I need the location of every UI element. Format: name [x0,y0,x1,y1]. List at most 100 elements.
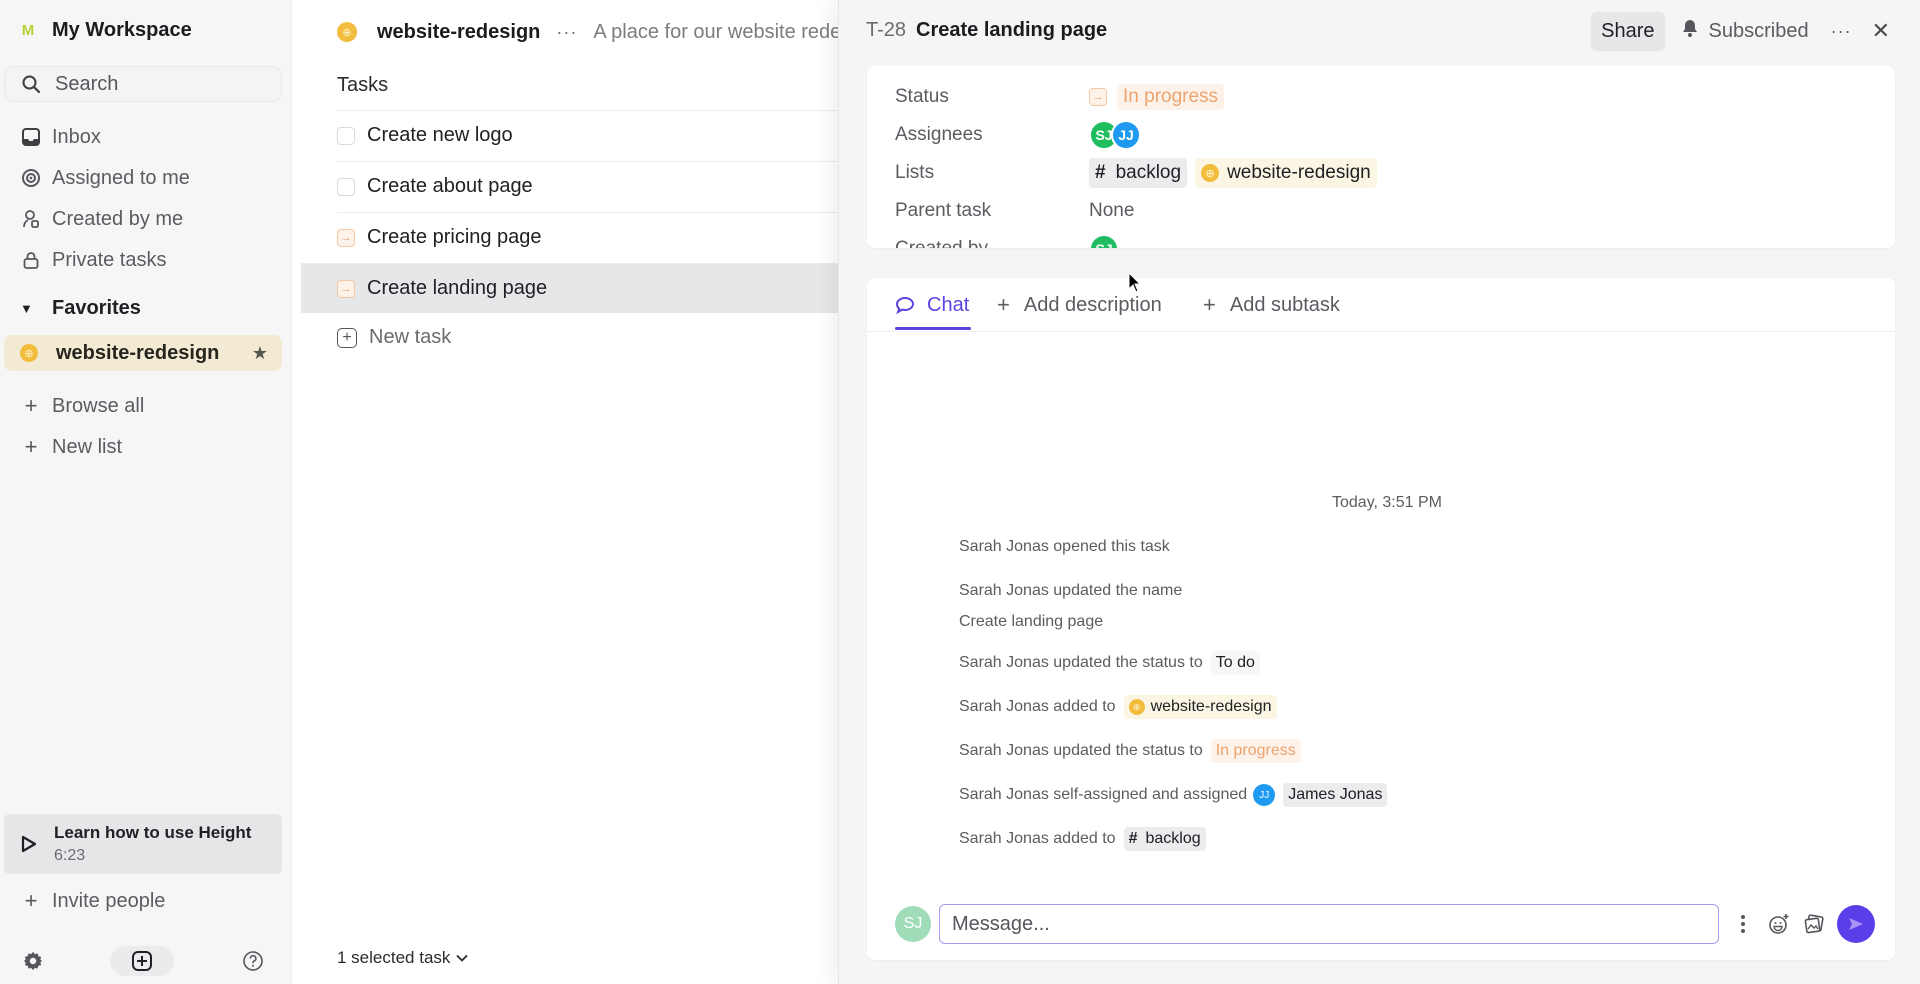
plus-square-icon [132,951,152,971]
share-button[interactable]: Share [1591,12,1665,50]
sidebar-item-assigned[interactable]: Assigned to me [20,163,190,193]
property-label: Parent task [895,200,992,221]
list-chip[interactable]: # backlog [1089,158,1188,188]
list-chip[interactable]: ⊕ website-redesign [1195,158,1377,188]
task-detail-panel: T-28 Create landing page Share Subscribe… [838,0,1920,984]
in-progress-icon[interactable]: → [337,228,355,247]
globe-icon: ⊕ [1201,164,1220,182]
mouse-cursor [1128,272,1142,293]
more-options-icon[interactable]: ··· [556,22,577,43]
play-icon [21,835,37,853]
task-row[interactable]: → Create pricing page [337,212,847,262]
message-input[interactable] [939,904,1719,944]
status-badge: In progress [1210,739,1301,763]
avatar: JJ [1111,120,1141,150]
tab-label: Chat [927,293,970,316]
tab-label: Add subtask [1229,293,1340,316]
parent-value[interactable]: None [1089,200,1134,222]
image-icon[interactable] [1803,912,1827,936]
list-name[interactable]: website-redesign [377,21,540,44]
list-chip-label: website-redesign [1227,162,1371,183]
activity-text: Sarah Jonas self-assigned and assigned [959,786,1248,803]
help-button[interactable] [240,946,266,976]
task-row[interactable]: Create about page [337,161,847,211]
task-row[interactable]: Create new logo [337,110,847,160]
caret-down-icon: ▼ [20,301,33,316]
task-row-selected[interactable]: → Create landing page [301,263,847,313]
list-chip[interactable]: ⊕ website-redesign [1123,695,1277,719]
tab-add-description[interactable]: + Add description [997,292,1162,318]
active-tab-indicator [895,327,971,330]
list-description[interactable]: A place for our website redes [593,21,851,44]
user-chip[interactable]: James Jonas [1283,783,1388,807]
sidebar-item-private[interactable]: Private tasks [20,245,166,275]
activity-text: Sarah Jonas added to [959,698,1116,715]
list-chip[interactable]: # backlog [1123,827,1206,851]
lists-value[interactable]: # backlog ⊕ website-redesign [1089,158,1377,188]
favorite-label: website-redesign [56,341,220,364]
subscribed-label: Subscribed [1708,19,1809,42]
sidebar-item-created[interactable]: Created by me [20,204,183,234]
search-label: Search [55,72,119,95]
settings-button[interactable] [20,946,46,976]
assignees-value[interactable]: SJ JJ [1089,120,1141,150]
send-icon [1849,918,1863,930]
browse-all-button[interactable]: + Browse all [20,391,145,421]
tab-add-subtask[interactable]: + Add subtask [1203,292,1340,318]
activity-text: Sarah Jonas added to [959,830,1116,847]
selection-summary: 1 selected task [337,948,451,967]
plus-icon: + [24,434,38,459]
tab-chat[interactable]: Chat [895,292,969,318]
plus-icon: + [997,292,1010,317]
tasks-header: Tasks [337,74,389,96]
property-label: Assignees [895,124,983,145]
new-task-button[interactable]: + New task [337,326,451,349]
sidebar-item-label: Private tasks [52,248,167,271]
close-icon[interactable]: ✕ [1872,18,1890,44]
more-options-icon[interactable]: ··· [1831,21,1852,42]
activity-text: Create landing page [959,613,1104,630]
activity-item: Sarah Jonas updated the status to To do [959,650,1260,676]
more-vertical-icon[interactable] [1731,912,1755,936]
invite-people-button[interactable]: + Invite people [20,886,166,916]
browse-all-label: Browse all [52,394,145,417]
globe-icon: ⊕ [1128,699,1145,715]
workspace-switcher[interactable]: M My Workspace [20,16,192,44]
todo-checkbox[interactable] [337,126,355,145]
star-icon[interactable]: ★ [252,343,268,364]
plus-icon: + [24,393,38,418]
todo-checkbox[interactable] [337,177,355,196]
detail-tabs: Chat + Add description + Add subtask [867,278,1895,332]
search-button[interactable]: Search [4,66,282,102]
learn-video-card[interactable]: Learn how to use Height 6:23 [4,814,282,874]
task-header: T-28 Create landing page [866,16,1107,44]
in-progress-icon[interactable]: → [337,279,355,298]
selection-dropdown[interactable]: 1 selected task [337,948,469,968]
activity-text: Sarah Jonas updated the name [959,582,1183,599]
new-list-button[interactable]: + New list [20,432,122,462]
task-title[interactable]: Create landing page [916,19,1107,42]
sidebar-item-website-redesign[interactable]: ⊕ website-redesign ★ [4,335,282,371]
send-button[interactable] [1837,905,1875,943]
status-badge: To do [1210,651,1260,675]
favorites-header[interactable]: ▼ Favorites [20,297,141,320]
emoji-add-icon[interactable] [1767,912,1791,936]
property-label: Lists [895,162,935,183]
new-task-label: New task [369,326,452,348]
chat-timestamp: Today, 3:51 PM [1332,494,1442,511]
search-icon [22,75,41,94]
subscribed-button[interactable]: Subscribed [1681,18,1809,44]
task-properties: Status → In progress Assignees SJ JJ Lis… [867,66,1895,248]
activity-item: Sarah Jonas opened this task [959,534,1170,560]
sidebar: M My Workspace Search Inbox Assigned to … [0,0,292,984]
chevron-down-icon [456,951,469,965]
status-value[interactable]: → In progress [1089,84,1225,110]
avatar: JJ [1253,784,1276,806]
gear-icon [23,951,43,971]
sidebar-item-inbox[interactable]: Inbox [20,122,101,152]
new-item-button[interactable] [110,946,174,976]
message-composer: SJ [895,904,1875,944]
globe-icon: ⊕ [337,22,357,42]
sidebar-item-label: Assigned to me [52,166,190,189]
task-title: Create landing page [367,277,548,299]
